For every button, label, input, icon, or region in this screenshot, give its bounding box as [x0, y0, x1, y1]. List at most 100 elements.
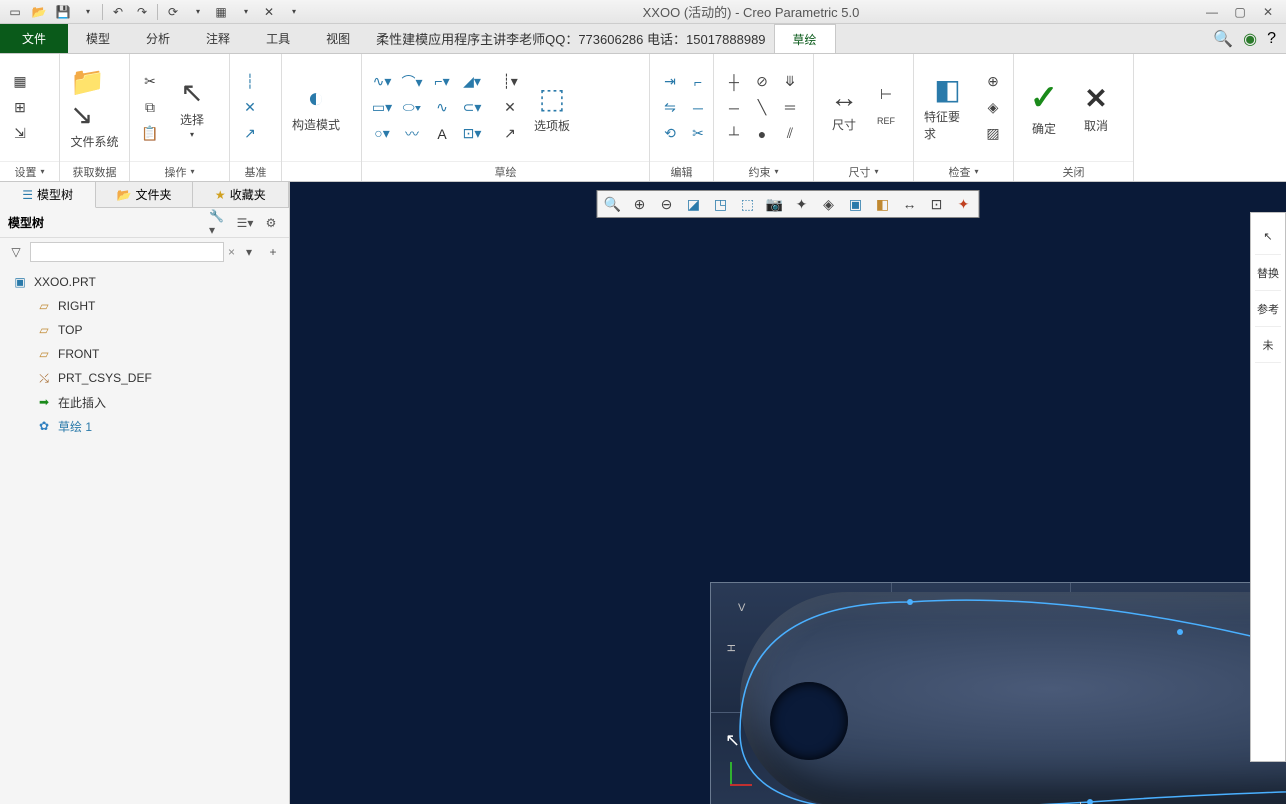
- tree-item-insert[interactable]: ➡在此插入: [0, 390, 289, 414]
- baseline-dim-icon[interactable]: ⊢: [872, 83, 900, 107]
- tree-settings-icon[interactable]: ⚙: [261, 213, 281, 233]
- grid-icon[interactable]: ▦: [6, 70, 34, 94]
- zoom-out-icon[interactable]: ⊖: [654, 192, 680, 216]
- close-button[interactable]: ✕: [1258, 4, 1278, 20]
- shade-icon[interactable]: ▨: [979, 122, 1007, 146]
- tab-view[interactable]: 视图: [308, 24, 368, 53]
- zoom-in-icon[interactable]: ⊕: [627, 192, 653, 216]
- tab-model[interactable]: 模型: [68, 24, 128, 53]
- tab-sketch[interactable]: 草绘: [774, 24, 836, 53]
- help-icon[interactable]: ?: [1267, 30, 1276, 48]
- sidebar-tab-folder[interactable]: 📂文件夹: [96, 182, 192, 207]
- feature-req-button[interactable]: ◧特征要求: [920, 63, 975, 153]
- mirror-icon[interactable]: ⇋: [656, 96, 684, 120]
- vert-icon[interactable]: ┼: [720, 70, 748, 94]
- highlight-icon[interactable]: ◈: [979, 96, 1007, 120]
- coord-icon[interactable]: ↗: [236, 122, 264, 146]
- sidebar-tab-favorites[interactable]: ★收藏夹: [193, 182, 289, 207]
- tab-tools[interactable]: 工具: [248, 24, 308, 53]
- ellipse-icon[interactable]: ⬭▾: [398, 96, 426, 120]
- windows-icon[interactable]: ▦: [210, 2, 232, 22]
- ok-button[interactable]: ✓确定: [1020, 63, 1068, 153]
- cancel-button[interactable]: ✕取消: [1072, 63, 1120, 153]
- tab-file[interactable]: 文件: [0, 24, 68, 53]
- coord2-icon[interactable]: ↗: [496, 122, 524, 146]
- learn-icon[interactable]: ◉: [1243, 29, 1257, 49]
- cut-icon[interactable]: ✂: [136, 70, 164, 94]
- ref-dim-icon[interactable]: REF: [872, 109, 900, 133]
- sketch-disp-icon[interactable]: ✦: [951, 192, 977, 216]
- dimension-button[interactable]: ↔尺寸: [820, 63, 868, 153]
- centerline-icon[interactable]: ┆: [236, 70, 264, 94]
- trim-icon[interactable]: ⇥: [656, 70, 684, 94]
- spline-icon[interactable]: ∿: [428, 96, 456, 120]
- rp-replace[interactable]: 替换: [1255, 255, 1281, 291]
- line-icon[interactable]: ∿▾: [368, 70, 396, 94]
- delete-seg-icon[interactable]: ✂: [684, 122, 712, 146]
- tree-item-front[interactable]: ▱FRONT: [0, 342, 289, 366]
- tree-item-root[interactable]: ▣XXOO.PRT: [0, 270, 289, 294]
- text-icon[interactable]: A: [428, 122, 456, 146]
- equal-icon[interactable]: ＝: [776, 96, 804, 120]
- filter-add-icon[interactable]: +: [263, 242, 283, 262]
- circle-icon[interactable]: ○▾: [368, 122, 396, 146]
- rp-ref[interactable]: 参考: [1255, 291, 1281, 327]
- perp-icon[interactable]: ┴: [720, 122, 748, 146]
- maximize-button[interactable]: ▢: [1230, 4, 1250, 20]
- tree-item-csys[interactable]: ⤯PRT_CSYS_DEF: [0, 366, 289, 390]
- paste-icon[interactable]: 📋: [136, 122, 164, 146]
- sketch-view-icon[interactable]: ⊡: [924, 192, 950, 216]
- point-icon[interactable]: ✕: [236, 96, 264, 120]
- centerline2-icon[interactable]: ┊▾: [496, 70, 524, 94]
- tree-tools-icon[interactable]: 🔧▾: [209, 213, 229, 233]
- regen-dropdown[interactable]: [186, 2, 208, 22]
- corner-icon[interactable]: ⌐: [684, 70, 712, 94]
- divide-icon[interactable]: ─: [684, 96, 712, 120]
- parallel-icon[interactable]: ⫽: [776, 122, 804, 146]
- annot-display-icon[interactable]: ◧: [870, 192, 896, 216]
- repaint-icon[interactable]: ◳: [708, 192, 734, 216]
- overlap-icon[interactable]: ⊕: [979, 70, 1007, 94]
- palette-button[interactable]: ⬚选项板: [528, 63, 576, 153]
- close-window-icon[interactable]: ✕: [258, 2, 280, 22]
- construction-mode-button[interactable]: ◐构造模式: [288, 63, 344, 153]
- minimize-button[interactable]: —: [1202, 4, 1222, 20]
- display-style-icon[interactable]: ⬚: [735, 192, 761, 216]
- file-system-button[interactable]: 📁↘文件系统: [66, 63, 123, 153]
- filter-dropdown-icon[interactable]: ▾: [239, 242, 259, 262]
- tangent-icon[interactable]: ⊘: [748, 70, 776, 94]
- import-icon[interactable]: ⇲: [6, 122, 34, 146]
- arc-icon[interactable]: ⌒▾: [398, 70, 426, 94]
- tree-item-sketch1[interactable]: ✿草绘 1: [0, 414, 289, 438]
- point2-icon[interactable]: ✕: [496, 96, 524, 120]
- view-mgr-icon[interactable]: ✦: [789, 192, 815, 216]
- open-file-icon[interactable]: 📂: [28, 2, 50, 22]
- curve-icon[interactable]: 〰: [398, 122, 426, 146]
- tree-item-right[interactable]: ▱RIGHT: [0, 294, 289, 318]
- customize-qat[interactable]: [282, 2, 304, 22]
- rp-cursor-icon[interactable]: ↖: [1255, 219, 1281, 255]
- perspective-icon[interactable]: ◈: [816, 192, 842, 216]
- coinc-icon[interactable]: ●: [748, 122, 776, 146]
- copy-icon[interactable]: ⧉: [136, 96, 164, 120]
- offset-icon[interactable]: ⊂▾: [458, 96, 486, 120]
- project-icon[interactable]: ⊡▾: [458, 122, 486, 146]
- chamfer-icon[interactable]: ◢▾: [458, 70, 486, 94]
- select-button[interactable]: ↖选择▾: [168, 63, 216, 153]
- refit-icon[interactable]: ◪: [681, 192, 707, 216]
- sidebar-tab-model-tree[interactable]: ☰模型树: [0, 182, 96, 208]
- filter-input[interactable]: [30, 242, 224, 262]
- group-inspect[interactable]: 检查: [914, 161, 1013, 181]
- filter-icon[interactable]: ▽: [6, 242, 26, 262]
- spin-center-icon[interactable]: ↔: [897, 192, 923, 216]
- group-settings[interactable]: 设置: [0, 161, 59, 181]
- redo-icon[interactable]: ↷: [131, 2, 153, 22]
- new-file-icon[interactable]: ▭: [4, 2, 26, 22]
- ref-icon[interactable]: ⊞: [6, 96, 34, 120]
- group-operate[interactable]: 操作: [130, 161, 229, 181]
- datum-display-icon[interactable]: ▣: [843, 192, 869, 216]
- zoom-fit-icon[interactable]: 🔍: [600, 192, 626, 216]
- save-dropdown[interactable]: [76, 2, 98, 22]
- fillet-icon[interactable]: ⌐▾: [428, 70, 456, 94]
- mid-icon[interactable]: ╲: [748, 96, 776, 120]
